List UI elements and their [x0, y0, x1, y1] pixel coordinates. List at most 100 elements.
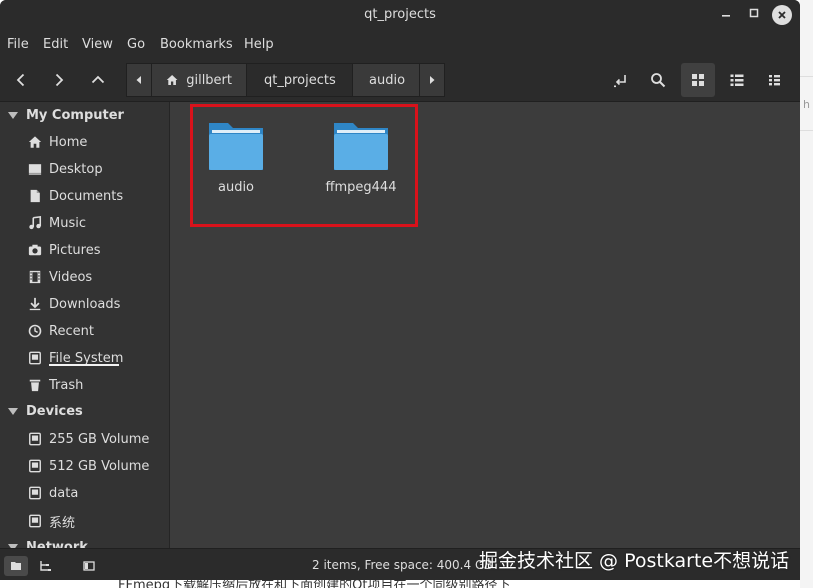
sidebar-item-label: Trash	[49, 377, 84, 393]
sidebar-item-label: data	[49, 485, 79, 501]
file-system-underline	[49, 364, 119, 366]
back-button[interactable]	[6, 66, 36, 94]
sidebar-section-my-computer[interactable]: My Computer	[8, 108, 124, 123]
breadcrumb-label: audio	[369, 72, 406, 88]
sidebar-section-network[interactable]: Network	[8, 540, 88, 548]
breadcrumb-item-current[interactable]: qt_projects	[246, 63, 353, 97]
triangle-left-icon	[136, 76, 141, 84]
background-text-fragment: h	[803, 98, 810, 111]
menu-bookmarks[interactable]: Bookmarks	[160, 37, 233, 52]
sidebar: My Computer Home Desktop Documents Music…	[0, 102, 170, 548]
download-icon	[27, 296, 43, 312]
file-manager-window: qt_projects File Edit View Go Bookmarks …	[0, 0, 800, 580]
sidebar-item-music[interactable]: Music	[27, 212, 86, 234]
sidebar-item-label: 512 GB Volume	[49, 458, 150, 474]
sidebar-item-system[interactable]: 系统	[27, 510, 75, 532]
minimize-button[interactable]	[716, 5, 736, 25]
document-icon	[27, 188, 43, 204]
breadcrumb-item-child[interactable]: audio	[352, 63, 420, 97]
menu-go[interactable]: Go	[127, 37, 145, 52]
sidebar-item-recent[interactable]: Recent	[27, 320, 94, 342]
menu-bar: File Edit View Go Bookmarks Help	[0, 30, 800, 58]
grid-icon	[692, 74, 704, 86]
breadcrumb-scroll-left[interactable]	[126, 63, 152, 97]
file-view: audio ffmpeg444	[171, 102, 800, 548]
close-button[interactable]	[772, 5, 792, 25]
compact-list-icon	[769, 75, 780, 86]
trash-icon	[27, 377, 43, 393]
title-bar: qt_projects	[0, 0, 800, 30]
arrow-right-icon	[55, 73, 64, 87]
window-title: qt_projects	[364, 7, 436, 22]
menu-file[interactable]: File	[7, 37, 29, 52]
expand-triangle-icon	[8, 408, 18, 415]
sidebar-item-pictures[interactable]: Pictures	[27, 239, 100, 261]
list-icon	[730, 74, 744, 86]
disk-icon	[27, 458, 43, 474]
show-places-button[interactable]	[4, 556, 28, 576]
arrow-up-icon	[91, 75, 105, 84]
clock-icon	[27, 323, 43, 339]
list-view-button[interactable]	[720, 63, 754, 97]
icon-view-button[interactable]	[681, 63, 715, 97]
sidebar-item-label: Music	[49, 215, 86, 231]
film-icon	[27, 269, 43, 285]
menu-edit[interactable]: Edit	[43, 37, 68, 52]
sidebar-item-trash[interactable]: Trash	[27, 374, 83, 396]
menu-view[interactable]: View	[82, 37, 113, 52]
forward-button[interactable]	[44, 66, 74, 94]
section-title: Devices	[26, 404, 83, 419]
breadcrumb-scroll-right[interactable]	[419, 63, 445, 97]
breadcrumb-label: gillbert	[186, 72, 232, 88]
section-title: My Computer	[26, 108, 124, 123]
enter-arrow-icon	[614, 75, 626, 88]
sidebar-item-desktop[interactable]: Desktop	[27, 158, 103, 180]
drive-icon	[27, 350, 43, 366]
toolbar: gillbert qt_projects audio	[0, 58, 800, 102]
home-icon	[27, 134, 43, 150]
breadcrumb-item-home[interactable]: gillbert	[151, 63, 247, 97]
tree-icon	[40, 561, 51, 571]
search-icon	[651, 73, 666, 88]
sidebar-item-volume-255[interactable]: 255 GB Volume	[27, 428, 149, 450]
sidebar-item-downloads[interactable]: Downloads	[27, 293, 120, 315]
sidebar-item-videos[interactable]: Videos	[27, 266, 92, 288]
disk-icon	[27, 485, 43, 501]
music-icon	[27, 215, 43, 231]
section-title: Network	[26, 540, 88, 548]
maximize-button[interactable]	[744, 5, 764, 25]
maximize-icon	[749, 8, 759, 18]
compact-view-button[interactable]	[758, 63, 792, 97]
disk-icon	[27, 513, 43, 529]
watermark-text: 掘金技术社区 @ Postkarte不想说话	[479, 550, 790, 572]
sidebar-item-volume-512[interactable]: 512 GB Volume	[27, 455, 149, 477]
sidebar-toggle-icon	[83, 561, 95, 571]
hide-sidebar-button[interactable]	[77, 556, 101, 576]
location-toggle-button[interactable]	[604, 63, 638, 97]
sidebar-item-label: Videos	[49, 269, 93, 285]
sidebar-item-documents[interactable]: Documents	[27, 185, 123, 207]
triangle-right-icon	[430, 76, 435, 84]
sidebar-item-label: Recent	[49, 323, 94, 339]
sidebar-item-home[interactable]: Home	[27, 131, 87, 153]
sidebar-item-label: Home	[49, 134, 88, 150]
search-button[interactable]	[641, 63, 675, 97]
desktop-icon	[27, 161, 43, 177]
expand-triangle-icon	[8, 112, 18, 119]
folder-small-icon	[11, 562, 21, 570]
sidebar-item-label: Desktop	[49, 161, 103, 177]
show-tree-button[interactable]	[33, 556, 57, 576]
disk-icon	[27, 431, 43, 447]
status-text: 2 items, Free space: 400.4 GB	[312, 558, 493, 572]
sidebar-item-label: Pictures	[49, 242, 101, 258]
menu-help[interactable]: Help	[244, 37, 274, 52]
sidebar-item-label: Documents	[49, 188, 124, 204]
annotation-highlight-box	[190, 104, 418, 227]
sidebar-section-devices[interactable]: Devices	[8, 404, 83, 419]
sidebar-item-label: 255 GB Volume	[49, 431, 150, 447]
up-button[interactable]	[83, 66, 113, 94]
sidebar-item-data[interactable]: data	[27, 482, 78, 504]
arrow-left-icon	[16, 73, 25, 87]
close-icon	[778, 11, 786, 19]
background-page-strip: h	[800, 0, 813, 588]
